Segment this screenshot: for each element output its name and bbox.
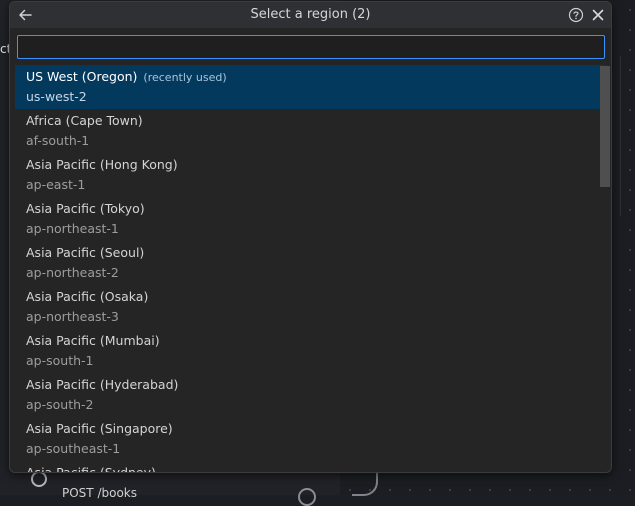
region-name: Asia Pacific (Mumbai) bbox=[26, 333, 160, 348]
region-code: us-west-2 bbox=[26, 89, 87, 104]
region-name: Asia Pacific (Tokyo) bbox=[26, 201, 145, 216]
region-list: US West (Oregon) (recently used) us-west-2… bbox=[15, 65, 606, 472]
region-code: ap-northeast-3 bbox=[26, 309, 119, 324]
quick-pick-filter-input[interactable] bbox=[17, 35, 605, 59]
region-name-text: Asia Pacific (Osaka) bbox=[26, 289, 149, 304]
region-list-item[interactable]: Asia Pacific (Tokyo) ap-northeast-1 bbox=[15, 197, 606, 241]
region-name-text: Africa (Cape Town) bbox=[26, 113, 143, 128]
flow-node-connector[interactable] bbox=[31, 471, 47, 487]
region-name-text: Asia Pacific (Hong Kong) bbox=[26, 157, 178, 172]
region-name: Asia Pacific (Sydney) bbox=[26, 465, 156, 472]
region-name-text: Asia Pacific (Hyderabad) bbox=[26, 377, 179, 392]
region-code: ap-south-2 bbox=[26, 397, 94, 412]
flow-edge bbox=[352, 470, 378, 496]
region-name-text: Asia Pacific (Singapore) bbox=[26, 421, 173, 436]
arrow-left-icon[interactable] bbox=[15, 5, 35, 25]
region-name-text: Asia Pacific (Sydney) bbox=[26, 465, 156, 472]
region-list-item[interactable]: Asia Pacific (Hong Kong) ap-east-1 bbox=[15, 153, 606, 197]
recently-used-badge: (recently used) bbox=[143, 71, 227, 84]
region-name-text: Asia Pacific (Seoul) bbox=[26, 245, 145, 260]
region-list-item[interactable]: Africa (Cape Town) af-south-1 bbox=[15, 109, 606, 153]
list-scrollbar[interactable] bbox=[600, 66, 610, 187]
flow-node-handle[interactable] bbox=[298, 488, 316, 506]
region-list-item[interactable]: Asia Pacific (Singapore) ap-southeast-1 bbox=[15, 417, 606, 461]
region-name-text: US West (Oregon) bbox=[26, 69, 138, 84]
region-name: Asia Pacific (Seoul) bbox=[26, 245, 144, 260]
region-name: Asia Pacific (Osaka) bbox=[26, 289, 148, 304]
background-right-panel bbox=[620, 56, 635, 216]
region-code: ap-south-1 bbox=[26, 353, 94, 368]
close-icon[interactable] bbox=[588, 5, 608, 25]
region-name: Africa (Cape Town) bbox=[26, 113, 143, 128]
region-name: Asia Pacific (Hyderabad) bbox=[26, 377, 178, 392]
region-name-text: Asia Pacific (Mumbai) bbox=[26, 333, 160, 348]
region-name-text: Asia Pacific (Tokyo) bbox=[26, 201, 145, 216]
region-list-item[interactable]: Asia Pacific (Sydney) bbox=[15, 461, 606, 472]
region-name: Asia Pacific (Hong Kong) bbox=[26, 157, 178, 172]
region-code: ap-northeast-2 bbox=[26, 265, 119, 280]
quick-pick-title: Select a region (2) bbox=[250, 7, 371, 22]
region-list-item[interactable]: Asia Pacific (Seoul) ap-northeast-2 bbox=[15, 241, 606, 285]
quick-pick-title-bar: Select a region (2) bbox=[10, 2, 611, 28]
region-code: ap-southeast-1 bbox=[26, 441, 121, 456]
region-list-item[interactable]: Asia Pacific (Osaka) ap-northeast-3 bbox=[15, 285, 606, 329]
region-list-item[interactable]: Asia Pacific (Mumbai) ap-south-1 bbox=[15, 329, 606, 373]
region-list-item[interactable]: US West (Oregon) (recently used) us-west-2 bbox=[15, 65, 606, 109]
region-name: US West (Oregon) (recently used) bbox=[26, 69, 227, 84]
region-quick-pick: Select a region (2) US West (Oregon) (rec… bbox=[9, 1, 612, 473]
region-code: af-south-1 bbox=[26, 133, 90, 148]
region-code: ap-northeast-1 bbox=[26, 221, 119, 236]
region-list-item[interactable]: Asia Pacific (Hyderabad) ap-south-2 bbox=[15, 373, 606, 417]
question-circle-icon[interactable] bbox=[567, 6, 585, 24]
region-code: ap-east-1 bbox=[26, 177, 86, 192]
region-name: Asia Pacific (Singapore) bbox=[26, 421, 173, 436]
flow-node-label: POST /books bbox=[62, 486, 137, 500]
